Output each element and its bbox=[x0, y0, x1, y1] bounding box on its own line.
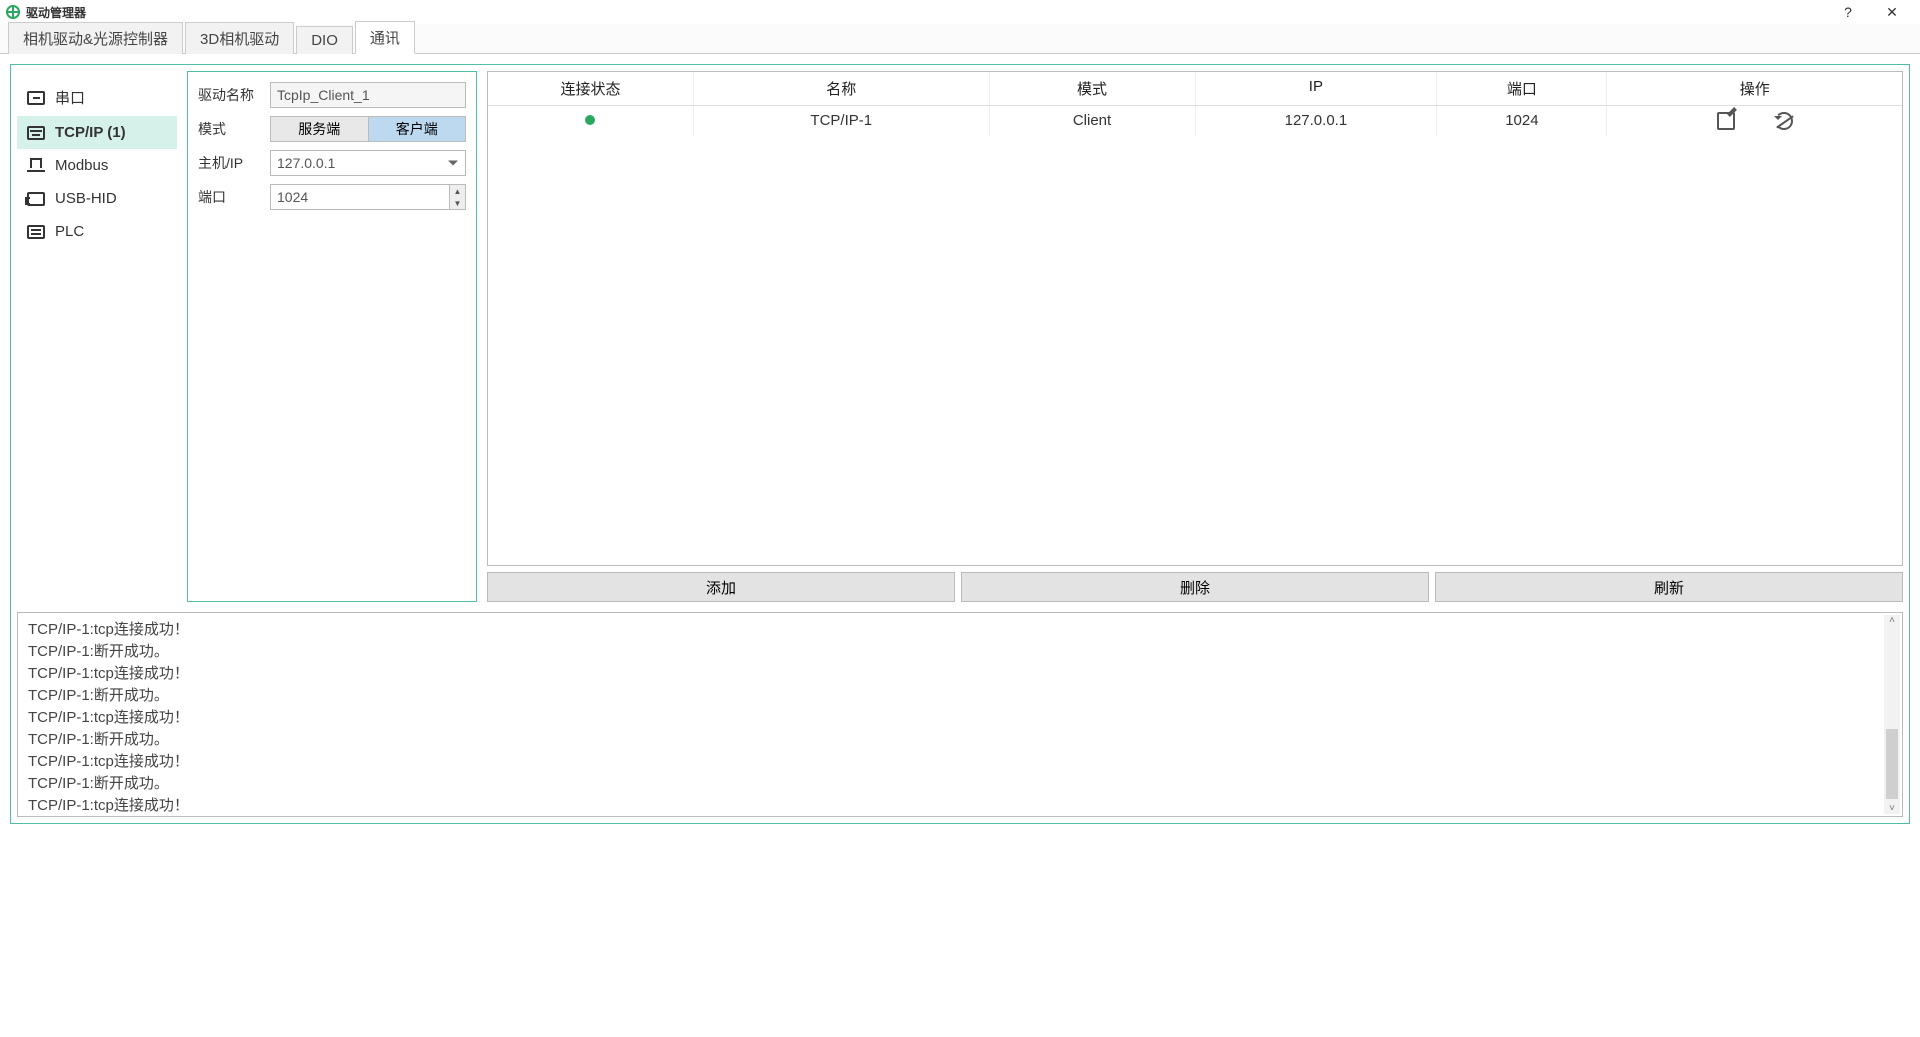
log-line: TCP/IP-1:tcp连接成功！ bbox=[28, 751, 1892, 773]
tab-communication[interactable]: 通讯 bbox=[355, 21, 415, 54]
mode-label: 模式 bbox=[198, 119, 262, 139]
protocol-sidebar: 串口 TCP/IP (1) Modbus USB-HID PLC bbox=[17, 71, 177, 602]
sidebar-item-tcpip[interactable]: TCP/IP (1) bbox=[17, 116, 177, 149]
main-tabbar: 相机驱动&光源控制器 3D相机驱动 DIO 通讯 bbox=[0, 24, 1920, 54]
content-frame: 串口 TCP/IP (1) Modbus USB-HID PLC 驱动名称 bbox=[10, 64, 1910, 824]
connections-table: 连接状态 名称 模式 IP 端口 操作 TCP/IP-1 Client 127.… bbox=[487, 71, 1903, 566]
log-line: TCP/IP-1:断开成功。 bbox=[28, 641, 1892, 663]
log-line: TCP/IP-1:tcp连接成功！ bbox=[28, 795, 1892, 817]
log-line: TCP/IP-1:tcp连接成功！ bbox=[28, 707, 1892, 729]
cell-status bbox=[488, 106, 694, 136]
sidebar-item-label: 串口 bbox=[55, 87, 85, 108]
log-line: TCP/IP-1:断开成功。 bbox=[28, 729, 1892, 751]
host-label: 主机/IP bbox=[198, 153, 262, 173]
edit-icon[interactable] bbox=[1717, 112, 1735, 130]
cell-ops bbox=[1607, 106, 1902, 136]
cell-mode: Client bbox=[990, 106, 1196, 136]
mode-server-button[interactable]: 服务端 bbox=[270, 116, 369, 142]
col-status: 连接状态 bbox=[488, 72, 694, 105]
status-dot-icon bbox=[585, 115, 595, 125]
log-panel: TCP/IP-1:tcp连接成功！TCP/IP-1:断开成功。TCP/IP-1:… bbox=[17, 612, 1903, 817]
tab-3d-camera[interactable]: 3D相机驱动 bbox=[185, 22, 294, 54]
delete-button[interactable]: 删除 bbox=[961, 572, 1429, 602]
host-ip-combo[interactable] bbox=[270, 150, 466, 176]
log-line: TCP/IP-1:tcp连接成功！ bbox=[28, 663, 1892, 685]
scroll-thumb[interactable] bbox=[1886, 729, 1898, 799]
titlebar: 驱动管理器 ? ✕ bbox=[0, 0, 1920, 24]
scroll-up-icon[interactable]: ˄ bbox=[1889, 615, 1895, 626]
port-spinner[interactable] bbox=[270, 184, 466, 210]
window-title: 驱动管理器 bbox=[26, 4, 86, 21]
table-header: 连接状态 名称 模式 IP 端口 操作 bbox=[488, 72, 1902, 106]
port-label: 端口 bbox=[198, 187, 262, 207]
tab-dio[interactable]: DIO bbox=[296, 26, 353, 54]
col-ops: 操作 bbox=[1607, 72, 1902, 105]
sidebar-item-serial[interactable]: 串口 bbox=[17, 79, 177, 116]
driver-name-input[interactable] bbox=[270, 82, 466, 108]
sidebar-item-label: USB-HID bbox=[55, 190, 117, 207]
sidebar-item-modbus[interactable]: Modbus bbox=[17, 149, 177, 182]
cell-name: TCP/IP-1 bbox=[694, 106, 990, 136]
plc-icon bbox=[27, 225, 45, 239]
refresh-button[interactable]: 刷新 bbox=[1435, 572, 1903, 602]
app-icon bbox=[6, 5, 20, 19]
usb-icon bbox=[27, 192, 45, 206]
tab-camera-driver[interactable]: 相机驱动&光源控制器 bbox=[8, 22, 183, 54]
col-mode: 模式 bbox=[990, 72, 1196, 105]
modbus-icon bbox=[27, 160, 45, 172]
log-line: TCP/IP-1:tcp连接成功！ bbox=[28, 619, 1892, 641]
log-scrollbar[interactable]: ˄ ˅ bbox=[1884, 615, 1900, 814]
sidebar-item-label: PLC bbox=[55, 223, 84, 240]
sidebar-item-label: TCP/IP (1) bbox=[55, 124, 126, 141]
cell-port: 1024 bbox=[1437, 106, 1607, 136]
sidebar-item-plc[interactable]: PLC bbox=[17, 215, 177, 248]
tcpip-icon bbox=[27, 126, 45, 140]
col-port: 端口 bbox=[1437, 72, 1607, 105]
mode-client-button[interactable]: 客户端 bbox=[369, 116, 467, 142]
table-row[interactable]: TCP/IP-1 Client 127.0.0.1 1024 bbox=[488, 106, 1902, 136]
log-line: TCP/IP-1:断开成功。 bbox=[28, 685, 1892, 707]
serial-icon bbox=[27, 91, 45, 105]
driver-name-label: 驱动名称 bbox=[198, 85, 262, 105]
disconnect-icon[interactable] bbox=[1775, 112, 1793, 130]
port-spinner-arrows[interactable]: ▲▼ bbox=[449, 185, 465, 209]
col-ip: IP bbox=[1196, 72, 1438, 105]
log-line: TCP/IP-1:断开成功。 bbox=[28, 773, 1892, 795]
close-button[interactable]: ✕ bbox=[1870, 4, 1914, 21]
cell-ip: 127.0.0.1 bbox=[1196, 106, 1438, 136]
col-name: 名称 bbox=[694, 72, 990, 105]
config-form: 驱动名称 模式 服务端 客户端 主机/IP 端口 bbox=[187, 71, 477, 602]
scroll-down-icon[interactable]: ˅ bbox=[1889, 803, 1895, 814]
add-button[interactable]: 添加 bbox=[487, 572, 955, 602]
sidebar-item-usb-hid[interactable]: USB-HID bbox=[17, 182, 177, 215]
sidebar-item-label: Modbus bbox=[55, 157, 108, 174]
help-button[interactable]: ? bbox=[1826, 4, 1870, 20]
connections-panel: 连接状态 名称 模式 IP 端口 操作 TCP/IP-1 Client 127.… bbox=[487, 71, 1903, 602]
